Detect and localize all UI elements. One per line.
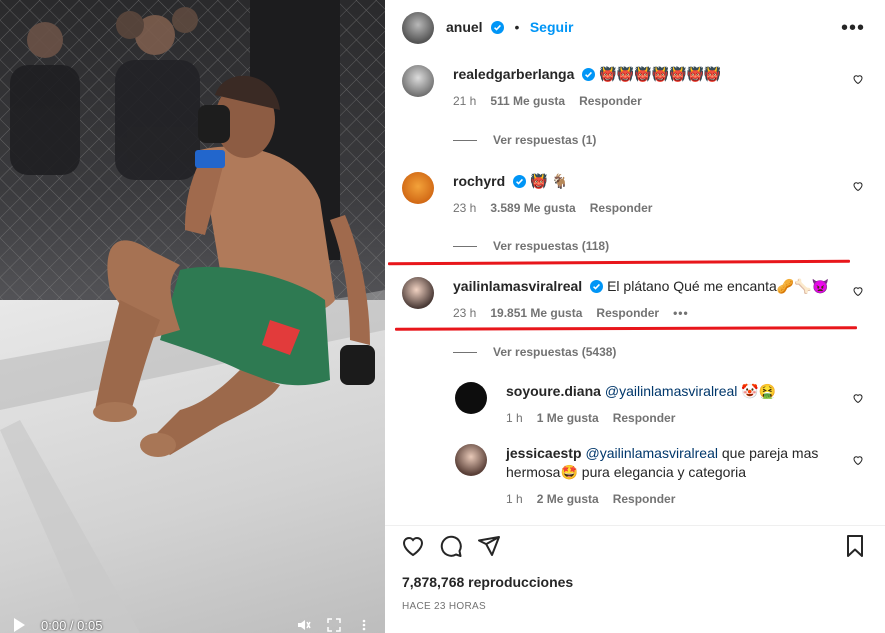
reply-username[interactable]: soyoure.diana [506, 383, 601, 399]
post-header: anuel • Seguir ••• [385, 0, 885, 55]
reply-text: soyoure.diana @yailinlamasviralreal 🤡🤮 [506, 382, 836, 401]
comment-username[interactable]: realedgarberlanga [453, 66, 574, 82]
reply-likes[interactable]: 1 Me gusta [537, 411, 599, 425]
heart-icon[interactable] [852, 180, 864, 192]
avatar[interactable] [402, 65, 434, 97]
like-heart-icon[interactable] [401, 534, 425, 558]
divider-line [453, 245, 477, 247]
heart-icon[interactable] [852, 285, 864, 297]
comment-content: El plátano Qué me encanta🥜🦴👿 [607, 278, 830, 294]
bookmark-icon[interactable] [843, 534, 867, 558]
post-panel: anuel • Seguir ••• realedgarberlanga 👹👹👹… [385, 0, 885, 633]
fullscreen-icon[interactable] [327, 618, 341, 632]
reply-likes[interactable]: 2 Me gusta [537, 492, 599, 506]
verified-icon [590, 280, 604, 293]
mute-icon[interactable] [297, 618, 311, 632]
avatar[interactable] [402, 11, 434, 44]
author-line: anuel • Seguir [446, 19, 573, 37]
divider-line [453, 351, 477, 353]
comments-list[interactable]: realedgarberlanga 👹👹👹👹👹👹👹 21 h 511 Me gu… [385, 55, 885, 525]
comment-time: 23 h [453, 306, 477, 320]
views-count[interactable]: 7,878,768 reproducciones [402, 574, 573, 590]
comment-meta: 23 h 3.589 Me gusta Responder [453, 201, 853, 215]
comment-likes[interactable]: 19.851 Me gusta [490, 306, 582, 320]
video-player[interactable]: 0:00 / 0:05 [0, 0, 385, 633]
view-replies-button[interactable]: Ver respuestas (5438) [453, 345, 616, 359]
view-replies-button[interactable]: Ver respuestas (1) [453, 133, 596, 147]
comment-meta: 21 h 511 Me gusta Responder [453, 94, 853, 108]
heart-icon[interactable] [852, 73, 864, 85]
comment-likes[interactable]: 511 Me gusta [490, 94, 565, 108]
reply-meta: 1 h 2 Me gusta Responder [506, 492, 836, 506]
settings-icon[interactable] [357, 618, 371, 632]
reply-username[interactable]: jessicaestp [506, 445, 582, 461]
comment-icon[interactable] [439, 534, 463, 558]
comment-username[interactable]: rochyrd [453, 173, 505, 189]
comment-text: rochyrd 👹 🐐 [453, 172, 853, 191]
reply-button[interactable]: Responder [613, 411, 676, 425]
avatar[interactable] [455, 382, 487, 414]
more-options-icon[interactable]: ••• [841, 17, 865, 40]
reply-button[interactable]: Responder [590, 201, 653, 215]
reply-time: 1 h [506, 492, 523, 506]
post-actions: 7,878,768 reproducciones HACE 23 HORAS [385, 525, 885, 633]
comment-content: 👹👹👹👹👹👹👹 [599, 66, 722, 82]
avatar[interactable] [402, 277, 434, 309]
comment-content: 👹 🐐 [530, 173, 569, 189]
comment-options-icon[interactable]: ••• [673, 306, 689, 320]
separator-dot: • [514, 18, 520, 35]
comment-meta: 23 h 19.851 Me gusta Responder ••• [453, 306, 853, 320]
video-time: 0:00 / 0:05 [41, 617, 103, 633]
avatar[interactable] [455, 444, 487, 476]
reply-button[interactable]: Responder [596, 306, 659, 320]
comment-username[interactable]: yailinlamasviralreal [453, 278, 582, 294]
heart-icon[interactable] [852, 454, 864, 466]
video-frame [0, 0, 385, 633]
video-controls: 0:00 / 0:05 [0, 603, 385, 633]
comment-time: 23 h [453, 201, 477, 215]
verified-icon [513, 175, 527, 188]
comment-text: yailinlamasviralreal El plátano Qué me e… [453, 277, 853, 296]
reply-mention[interactable]: @yailinlamasviralreal [586, 445, 718, 461]
view-replies-button[interactable]: Ver respuestas (118) [453, 239, 609, 253]
reply-content: 🤡🤮 [737, 383, 777, 399]
verified-icon [582, 68, 596, 81]
verified-icon [491, 20, 505, 34]
reply-text: jessicaestp @yailinlamasviralreal que par… [506, 444, 836, 482]
view-replies-label: Ver respuestas (1) [493, 133, 597, 147]
post-time: HACE 23 HORAS [402, 601, 486, 612]
view-replies-label: Ver respuestas (5438) [493, 345, 617, 359]
reply-mention[interactable]: @yailinlamasviralreal [605, 383, 737, 399]
divider-line [453, 139, 477, 141]
comment-text: realedgarberlanga 👹👹👹👹👹👹👹 [453, 65, 853, 84]
follow-button[interactable]: Seguir [530, 19, 574, 35]
reply-button[interactable]: Responder [579, 94, 642, 108]
share-icon[interactable] [477, 534, 501, 558]
view-replies-label: Ver respuestas (118) [493, 239, 610, 253]
heart-icon[interactable] [852, 392, 864, 404]
play-icon[interactable] [14, 618, 25, 632]
reply-time: 1 h [506, 411, 523, 425]
avatar[interactable] [402, 172, 434, 204]
comment-likes[interactable]: 3.589 Me gusta [490, 201, 575, 215]
comment-time: 21 h [453, 94, 477, 108]
author-username[interactable]: anuel [446, 19, 483, 35]
highlight-line-top [387, 259, 851, 266]
action-icons [401, 534, 501, 558]
reply-meta: 1 h 1 Me gusta Responder [506, 411, 836, 425]
reply-button[interactable]: Responder [613, 492, 676, 506]
highlight-line-bottom [394, 326, 858, 331]
